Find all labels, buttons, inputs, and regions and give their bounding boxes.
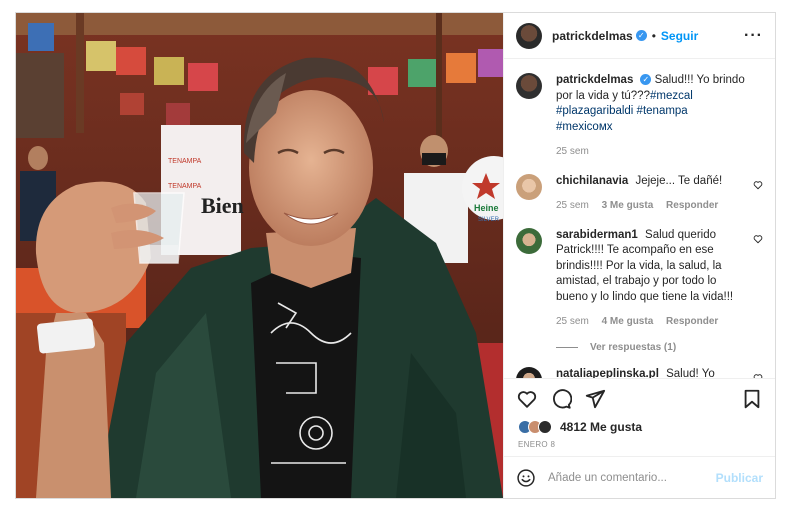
sign-brand: TENAMPA <box>168 158 202 165</box>
replies-divider <box>556 346 578 348</box>
heineken-logo-text: Heine <box>474 203 499 213</box>
comment-username[interactable]: sarabiderman1 <box>556 229 638 241</box>
view-replies-button[interactable]: Ver respuestas (1) <box>556 342 763 353</box>
like-comment-heart-icon[interactable] <box>753 180 763 190</box>
comment-meta: 25 sem <box>556 144 745 160</box>
like-comment-heart-icon[interactable] <box>753 373 763 379</box>
save-bookmark-icon[interactable] <box>741 388 763 410</box>
like-comment-heart-icon[interactable] <box>753 234 763 244</box>
reply-button[interactable]: Responder <box>666 316 718 327</box>
separator-dot: • <box>651 28 656 43</box>
comment-bubble-icon[interactable] <box>550 388 572 410</box>
add-comment-bar: Publicar <box>504 456 775 498</box>
likes-count[interactable]: 4812 Me gusta <box>560 420 642 434</box>
more-options-icon[interactable]: ··· <box>744 27 763 45</box>
publish-button[interactable]: Publicar <box>716 471 763 485</box>
comment-text: Jejeje... Te dañé! <box>635 174 723 187</box>
liker-avatar <box>538 420 552 434</box>
verified-badge-icon: ✓ <box>640 74 652 86</box>
caption: patrickdelmas ✓ Salud!!! Yo brindo por la… <box>516 73 763 160</box>
comment-username[interactable]: nataliapeplinska.pl <box>556 368 659 379</box>
likes-summary[interactable]: 4812 Me gusta <box>504 418 775 436</box>
liker-avatars <box>518 420 552 434</box>
comment-likes[interactable]: 3 Me gusta <box>602 200 654 211</box>
avatar[interactable] <box>516 366 542 378</box>
like-heart-icon[interactable] <box>516 388 538 410</box>
post-header: patrickdelmas ✓ • Seguir ··· <box>504 13 775 59</box>
verified-badge-icon: ✓ <box>635 30 647 41</box>
avatar[interactable] <box>516 73 542 99</box>
avatar[interactable] <box>516 173 542 200</box>
photo-illustration: TENAMPA TENAMPA Bien Heine SILVER <box>16 13 503 498</box>
sign-text: Bien <box>201 193 244 218</box>
view-replies-label: Ver respuestas (1) <box>590 341 677 353</box>
post-date[interactable]: ENERO 8 <box>504 436 775 456</box>
comment-username[interactable]: patrickdelmas <box>556 74 633 86</box>
comment-time[interactable]: 25 sem <box>556 316 589 327</box>
comment: nataliapeplinska.pl Salud! Yo brindo por… <box>516 366 763 379</box>
post-modal: TENAMPA TENAMPA Bien Heine SILVER patric… <box>15 12 776 499</box>
comments-list[interactable]: patrickdelmas ✓ Salud!!! Yo brindo por la… <box>504 59 775 378</box>
post-photo[interactable]: TENAMPA TENAMPA Bien Heine SILVER <box>16 13 503 498</box>
comment-input[interactable] <box>548 471 710 484</box>
avatar[interactable] <box>516 227 542 254</box>
post-side-panel: patrickdelmas ✓ • Seguir ··· patrickdelm… <box>503 13 775 498</box>
svg-text:TENAMPA: TENAMPA <box>168 183 202 190</box>
emoji-picker-icon[interactable] <box>516 468 536 488</box>
author-username[interactable]: patrickdelmas <box>552 29 633 43</box>
author-avatar[interactable] <box>516 22 542 49</box>
comment-meta: 25 sem 3 Me gusta Responder <box>556 198 745 214</box>
post-actions-bar <box>504 378 775 418</box>
follow-button[interactable]: Seguir <box>661 29 698 43</box>
comment-time[interactable]: 25 sem <box>556 200 589 211</box>
comment: sarabiderman1 Salud querido Patrick!!!! … <box>516 227 763 330</box>
comment-time[interactable]: 25 sem <box>556 146 589 157</box>
comment-likes[interactable]: 4 Me gusta <box>602 316 654 327</box>
silver-text: SILVER <box>478 217 500 223</box>
comment: chichilanavia Jejeje... Te dañé! 25 sem … <box>516 173 763 214</box>
reply-button[interactable]: Responder <box>666 200 718 211</box>
share-send-icon[interactable] <box>584 388 606 410</box>
comment-meta: 25 sem 4 Me gusta Responder <box>556 314 745 330</box>
comment-username[interactable]: chichilanavia <box>556 175 628 187</box>
